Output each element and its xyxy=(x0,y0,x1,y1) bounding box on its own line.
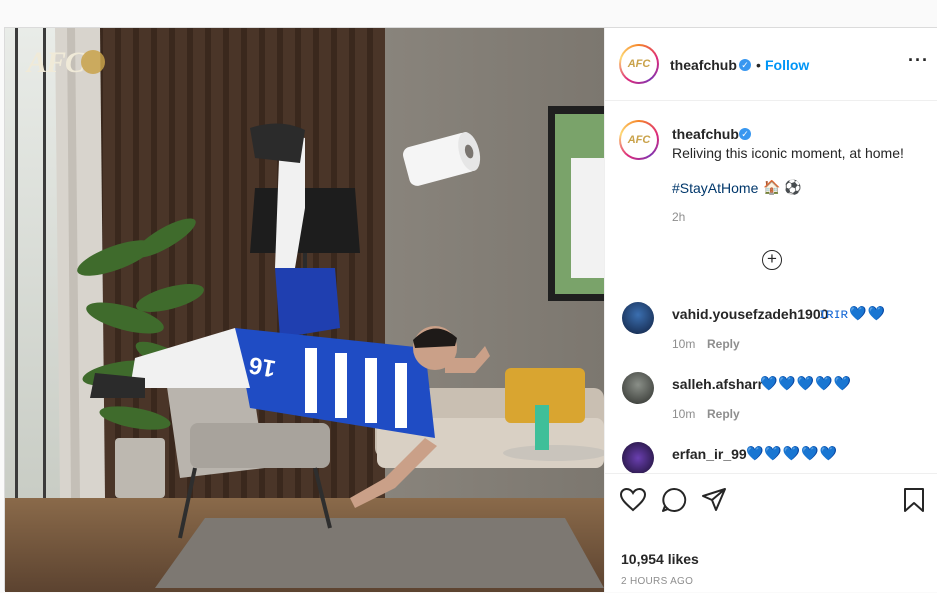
post-photo[interactable]: AFC 16 xyxy=(5,28,604,592)
comment-time: 10m xyxy=(672,407,696,421)
likes-count[interactable]: 10,954 likes xyxy=(621,551,699,567)
caption-emoji: 🏠 ⚽ xyxy=(763,179,802,195)
comment-time: 10m xyxy=(672,337,696,351)
caption-verified-badge-icon: ✓ xyxy=(739,128,751,140)
caption-avatar-logo: AFC xyxy=(621,122,657,158)
post-timestamp: 2 HOURS AGO xyxy=(621,576,694,587)
comment-avatar[interactable] xyxy=(622,442,654,474)
hashtag-link[interactable]: #StayAtHome xyxy=(672,180,758,196)
comment-username[interactable]: erfan_ir_99 xyxy=(672,446,747,462)
caption-time: 2h xyxy=(672,210,686,224)
follow-button[interactable]: Follow xyxy=(765,57,809,73)
comment-text: 💙💙💙💙💙 xyxy=(746,445,839,461)
post-actions: 10,954 likes 2 HOURS AGO xyxy=(605,473,937,593)
comment-username[interactable]: salleh.afsharr xyxy=(672,376,763,392)
post-header: AFC theafchub ✓ • Follow ··· xyxy=(605,28,937,101)
more-options-icon[interactable]: ··· xyxy=(908,50,929,71)
comment-text: ɪʀɪʀ💙💙 xyxy=(820,305,886,321)
afc-logo: AFC xyxy=(27,46,85,79)
reply-button[interactable]: Reply xyxy=(707,337,740,351)
instagram-post: AFC 16 AFC theafchub ✓ • Follow ··· AFC … xyxy=(4,27,937,592)
share-icon[interactable] xyxy=(701,487,727,513)
afc-logo-ball xyxy=(81,50,105,74)
load-more-comments-icon[interactable]: + xyxy=(762,250,782,270)
post-side-panel: AFC theafchub ✓ • Follow ··· AFC theafch… xyxy=(604,28,937,592)
comment-avatar[interactable] xyxy=(622,302,654,334)
caption-username[interactable]: theafchub xyxy=(672,126,739,142)
comment-text: 💙💙💙💙💙 xyxy=(760,375,853,391)
avatar-logo: AFC xyxy=(621,46,657,82)
post-photo-illustration xyxy=(5,28,604,592)
jersey-number: 16 xyxy=(246,350,278,383)
header-username[interactable]: theafchub xyxy=(670,57,737,73)
comment-icon[interactable] xyxy=(661,487,687,513)
bookmark-icon[interactable] xyxy=(903,487,925,513)
avatar[interactable]: AFC xyxy=(619,44,659,84)
verified-badge-icon: ✓ xyxy=(739,59,751,71)
comment-username[interactable]: vahid.yousefzadeh1900 xyxy=(672,306,828,322)
heart-icon[interactable] xyxy=(620,488,646,512)
reply-button[interactable]: Reply xyxy=(707,407,740,421)
caption-text: Reliving this iconic moment, at home! xyxy=(672,145,904,161)
caption-avatar[interactable]: AFC xyxy=(619,120,659,160)
comment-avatar[interactable] xyxy=(622,372,654,404)
header-separator: • xyxy=(756,57,761,73)
